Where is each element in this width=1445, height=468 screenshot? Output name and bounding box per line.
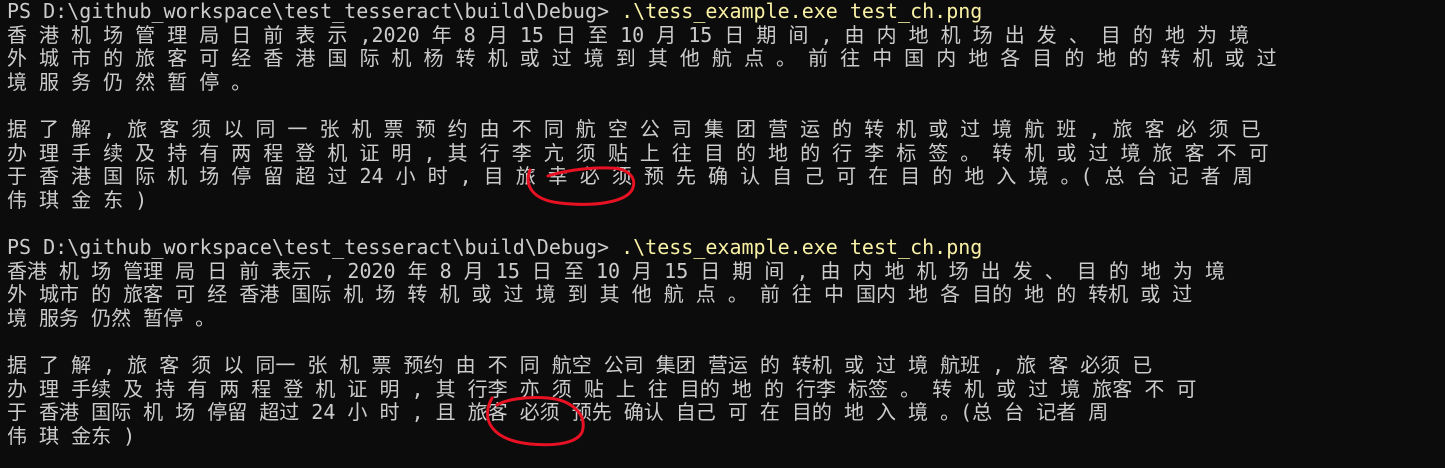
output-line: 外 城市 的 旅客 可 经 香港 国际 机 场 转 机 或 过 境 到 其 他 … [7,283,1193,307]
output-line: 办 理 手续 及 持 有 两 程 登 机 证 明 , 其 行李 亦 须 贴 上 … [7,377,1197,401]
output-line: 外 城 市 的 旅 客 可 经 香 港 国 际 机 杨 转 机 或 过 境 到 … [7,47,1277,71]
output-line: 于 香 港 国 际 机 场 停 留 超 过 24 小 时 , 目 旅 幸 必 须… [7,165,1253,189]
output-line: 境 服 务 仍 然 暂 停 。 [7,70,252,94]
command-text: .\tess_example.exe test_ch.png [621,235,983,259]
output-line: 伟 琪 金东 ) [7,424,136,448]
command-text: .\tess_example.exe test_ch.png [621,0,983,23]
output-line: 香 港 机 场 管 理 局 日 前 表 示 ,2020 年 8 月 15 日 至… [7,23,1250,47]
output-line: 于 香港 国际 机 场 停留 超过 24 小 时 , 且 旅客 必须 预先 确认… [7,401,1109,425]
output-line: 据 了 解 , 旅 客 须 以 同 一 张 机 票 预 约 由 不 同 航 空 … [7,117,1261,141]
prompt-text: PS D:\github_workspace\test_tesseract\bu… [7,235,622,259]
output-line: 办 理 手 续 及 持 有 两 程 登 机 证 明 , 其 行 李 亢 须 贴 … [7,141,1269,165]
output-line: 据 了 解 , 旅 客 须 以 同一 张 机 票 预约 由 不 同 航空 公司 … [7,353,1153,377]
output-line: 伟 琪 金 东 ) [7,188,148,212]
prompt-line: PS D:\github_workspace\test_tesseract\bu… [7,0,1445,24]
prompt-line: PS D:\github_workspace\test_tesseract\bu… [7,236,1445,260]
output-line: 境 服务 仍然 暂停 。 [7,306,216,330]
output-line: 香港 机 场 管理 局 日 前 表示 , 2020 年 8 月 15 日 至 1… [7,259,1225,283]
terminal-window[interactable]: PS D:\github_workspace\test_tesseract\bu… [0,0,1445,468]
prompt-text: PS D:\github_workspace\test_tesseract\bu… [7,0,622,23]
